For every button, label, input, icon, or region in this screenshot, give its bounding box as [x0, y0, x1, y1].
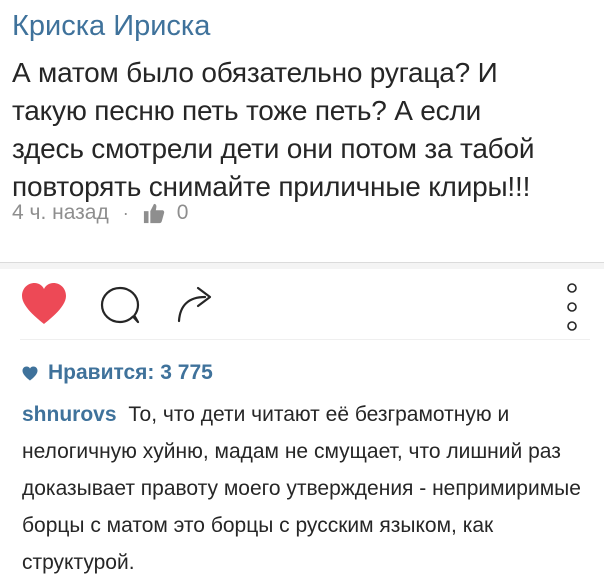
heart-small-icon: [22, 366, 38, 380]
heart-filled-icon[interactable]: [20, 282, 68, 326]
comment-time: 4 ч. назад: [12, 201, 109, 224]
caption-username[interactable]: shnurovs: [22, 403, 117, 426]
share-arrow-icon[interactable]: [176, 283, 216, 323]
comment-meta: 4 ч. назад · 0: [12, 196, 188, 230]
more-vertical-icon[interactable]: [560, 278, 584, 336]
likes-count[interactable]: Нравится: 3 775: [22, 358, 213, 388]
comment-text: А матом было обязательно ругаца? И такую…: [12, 54, 598, 206]
meta-separator: ·: [122, 202, 129, 223]
comment-like-count: 0: [176, 201, 189, 224]
comment-card: Криска Ириска А матом было обязательно р…: [0, 0, 604, 262]
thumbs-up-icon[interactable]: [143, 202, 165, 224]
post-caption: shnurovs То, что дети читают её безграмо…: [22, 396, 592, 581]
action-bar-divider: [20, 339, 590, 340]
comment-author[interactable]: Криска Ириска: [12, 8, 210, 44]
post-action-bar: [0, 269, 604, 339]
caption-text: То, что дети читают её безграмотную и не…: [22, 403, 581, 574]
comment-line: такую песню петь тоже петь? А если: [12, 95, 482, 126]
comment-bubble-icon[interactable]: [98, 284, 142, 328]
likes-label: Нравится: 3 775: [48, 361, 213, 384]
comment-line: А матом было обязательно ругаца? И: [12, 57, 498, 88]
comment-line: здесь смотрели дети они потом за табой: [12, 133, 535, 164]
